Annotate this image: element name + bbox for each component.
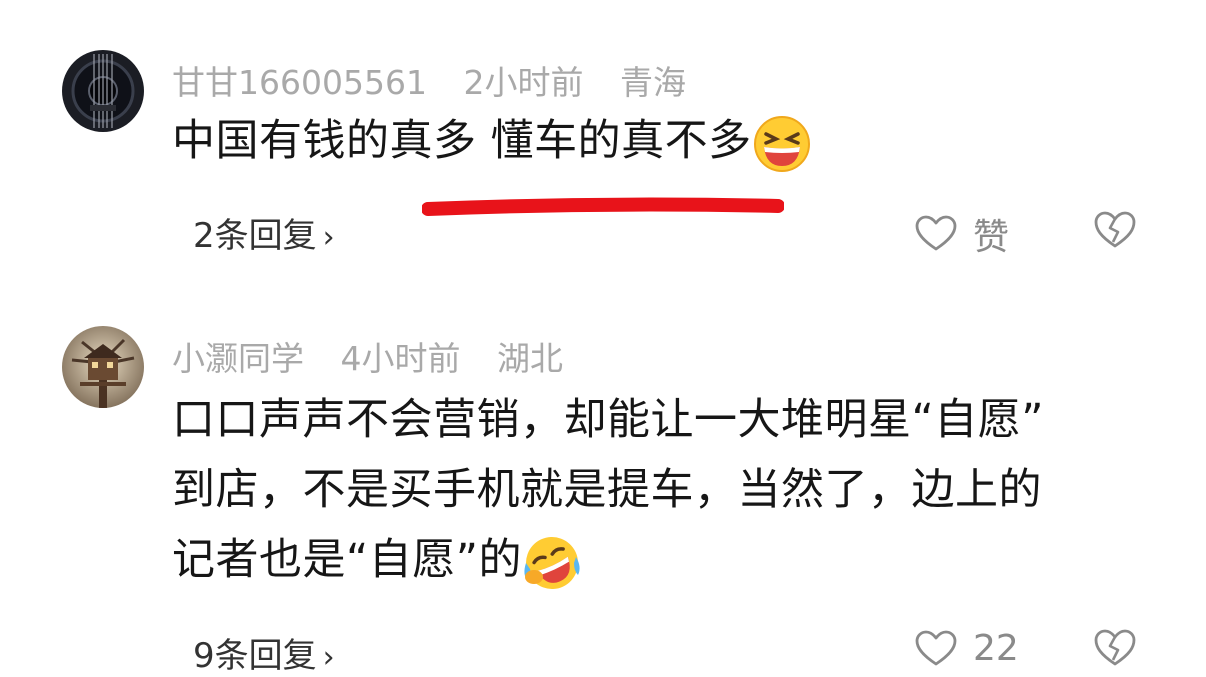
rolling-laughing-face-icon: [524, 536, 580, 589]
treehouse-avatar-image: [62, 326, 144, 408]
replies-label: 9条回复: [193, 636, 317, 676]
like-count: 22: [973, 628, 1019, 669]
comment-text-line-last: 记者也是“自愿”的: [172, 525, 1152, 595]
replies-label: 2条回复: [193, 216, 317, 256]
comment-meta: 小灏同学 4小时前 湖北: [172, 332, 589, 380]
red-underline-annotation: [422, 197, 784, 216]
guitar-avatar-image: [62, 50, 144, 132]
like-button[interactable]: 22: [915, 628, 1019, 669]
location: 湖北: [497, 339, 563, 378]
username[interactable]: 甘甘166005561: [172, 63, 427, 102]
username[interactable]: 小灏同学: [172, 339, 304, 378]
chevron-right-icon: ›: [322, 640, 335, 675]
comment-text-line: 口口声声不会营销，却能让一大堆明星“自愿”: [172, 395, 1045, 445]
timestamp: 4小时前: [340, 339, 461, 378]
broken-heart-icon: [1094, 629, 1136, 666]
comment-text: 口口声声不会营销，却能让一大堆明星“自愿” 到店，不是买手机就是提车，当然了，边…: [172, 385, 1152, 595]
like-button[interactable]: 赞: [915, 208, 1009, 260]
dislike-button[interactable]: [1093, 210, 1137, 254]
broken-heart-icon: [1094, 211, 1136, 248]
comment-text-line: 到店，不是买手机就是提车，当然了，边上的: [172, 465, 1042, 515]
comment-text-line: 记者也是“自愿”的: [172, 535, 523, 585]
like-label: 赞: [973, 217, 1010, 258]
heart-icon: [915, 215, 957, 251]
grinning-squinting-face-icon: [753, 115, 810, 172]
comment-text-content: 中国有钱的真多 懂车的真不多: [172, 116, 752, 166]
heart-icon: [915, 630, 957, 665]
dislike-button[interactable]: [1093, 628, 1137, 672]
location: 青海: [619, 63, 686, 102]
avatar[interactable]: [62, 50, 144, 132]
comment-meta: 甘甘166005561 2小时前 青海: [172, 56, 712, 104]
comment-text: 中国有钱的真多 懂车的真不多: [172, 106, 1152, 176]
avatar[interactable]: [62, 326, 144, 408]
replies-link[interactable]: 9条回复 ›: [193, 628, 335, 677]
replies-link[interactable]: 2条回复 ›: [193, 208, 335, 257]
timestamp: 2小时前: [463, 63, 584, 102]
chevron-right-icon: ›: [322, 220, 335, 255]
